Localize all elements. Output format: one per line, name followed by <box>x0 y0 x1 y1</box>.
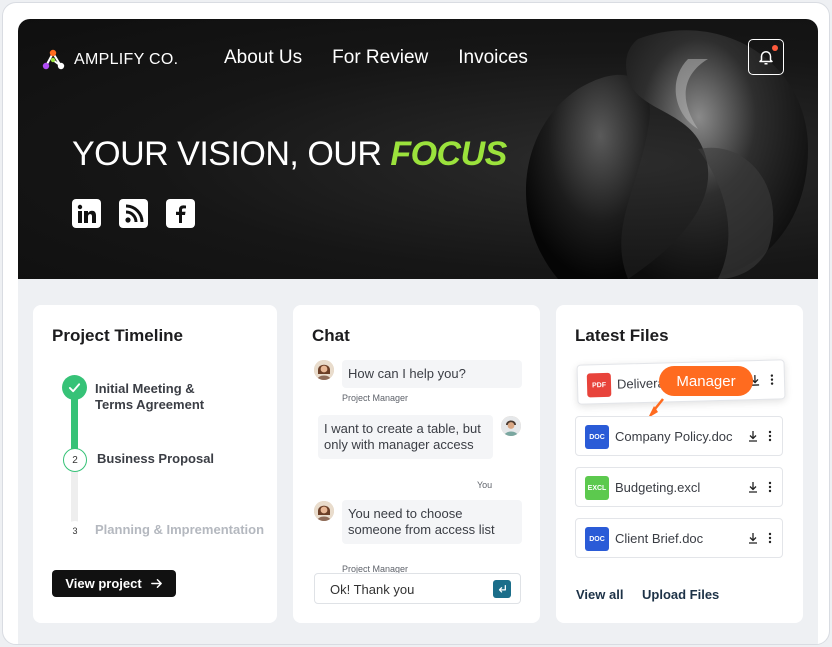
avatar <box>501 416 521 436</box>
main-nav: About Us For Review Invoices <box>224 47 528 69</box>
step-1-label: Initial Meeting & Terms Agreement <box>95 381 205 412</box>
file-name: Budgeting.excl <box>615 480 701 495</box>
avatar <box>314 360 334 380</box>
headline-main: YOUR VISION, OUR <box>72 135 391 173</box>
manager-tooltip: Manager <box>659 366 753 396</box>
app-frame: AMPLIFY CO. About Us For Review Invoices… <box>2 2 830 645</box>
more-vertical-icon[interactable] <box>768 532 772 544</box>
notifications-button[interactable] <box>748 39 784 75</box>
view-project-label: View project <box>65 576 142 591</box>
brand[interactable]: AMPLIFY CO. <box>40 47 178 73</box>
manager-avatar-icon <box>314 501 334 521</box>
file-name: Company Policy.doc <box>615 429 733 444</box>
file-item[interactable]: EXCL Budgeting.excl <box>575 467 783 507</box>
rss-icon <box>124 204 143 223</box>
brand-name: AMPLIFY CO. <box>74 51 179 68</box>
arrow-right-icon <box>150 579 162 588</box>
facebook-button[interactable] <box>166 199 195 228</box>
enter-icon <box>498 585 506 593</box>
manager-avatar-icon <box>314 360 334 380</box>
view-project-button[interactable]: View project <box>52 570 176 597</box>
step-2-label: Business Proposal <box>97 451 215 466</box>
send-button[interactable] <box>493 580 511 598</box>
more-vertical-icon[interactable] <box>770 374 774 386</box>
notification-dot <box>772 45 778 51</box>
chat-title: Chat <box>312 326 350 345</box>
avatar <box>314 501 334 521</box>
headline-accent: FOCUS <box>390 135 507 173</box>
chat-card: Chat How can I help you? Project Manager… <box>293 305 540 623</box>
chat-message: How can I help you? <box>342 360 522 388</box>
file-item[interactable]: DOC Company Policy.doc <box>575 416 783 456</box>
sender-label: Project Manager <box>342 393 409 403</box>
nav-about-us[interactable]: About Us <box>224 47 302 69</box>
brand-logo-icon <box>42 49 65 70</box>
excel-icon: EXCL <box>585 476 609 500</box>
download-icon[interactable] <box>748 481 758 493</box>
more-vertical-icon[interactable] <box>768 481 772 493</box>
file-name: Client Brief.doc <box>615 531 704 546</box>
timeline-title: Project Timeline <box>52 326 184 345</box>
social-links <box>72 199 195 228</box>
view-all-link[interactable]: View all <box>576 587 623 602</box>
chat-message: You need to choose someone from access l… <box>342 500 522 544</box>
nav-for-review[interactable]: For Review <box>332 47 428 69</box>
doc-icon: DOC <box>585 527 609 551</box>
nav-invoices[interactable]: Invoices <box>458 47 528 69</box>
chat-input-box <box>314 573 521 604</box>
facebook-icon <box>175 204 186 223</box>
step-3-marker: 3 <box>65 521 85 541</box>
bell-icon <box>759 51 773 65</box>
hero-banner: AMPLIFY CO. About Us For Review Invoices… <box>18 19 818 279</box>
sender-label: You <box>477 480 493 490</box>
chat-message: I want to create a table, but only with … <box>318 415 493 459</box>
upload-files-link[interactable]: Upload Files <box>642 587 719 602</box>
rss-button[interactable] <box>119 199 148 228</box>
step-2-marker: 2 <box>63 448 87 472</box>
app-content: AMPLIFY CO. About Us For Review Invoices… <box>18 19 818 644</box>
step-complete-marker <box>62 375 87 400</box>
download-icon[interactable] <box>748 532 758 544</box>
pdf-icon: PDF <box>586 372 612 398</box>
project-timeline-card: Project Timeline 2 3 Initial Meeting & T… <box>33 305 277 623</box>
more-vertical-icon[interactable] <box>768 430 772 442</box>
download-icon[interactable] <box>748 430 758 442</box>
files-title: Latest Files <box>575 326 669 345</box>
file-item[interactable]: DOC Client Brief.doc <box>575 518 783 558</box>
latest-files-card: Latest Files PDF Delivera Manager DOC Co… <box>556 305 803 623</box>
user-avatar-icon <box>501 416 521 436</box>
file-name: Delivera <box>616 375 665 392</box>
hero-headline: YOUR VISION, OUR FOCUS <box>72 135 507 174</box>
linkedin-icon <box>77 204 96 223</box>
step-3-label: Planning & Imprementation <box>95 522 265 537</box>
linkedin-button[interactable] <box>72 199 101 228</box>
chat-input[interactable] <box>330 580 490 598</box>
check-icon <box>68 383 81 393</box>
doc-icon: DOC <box>585 425 609 449</box>
